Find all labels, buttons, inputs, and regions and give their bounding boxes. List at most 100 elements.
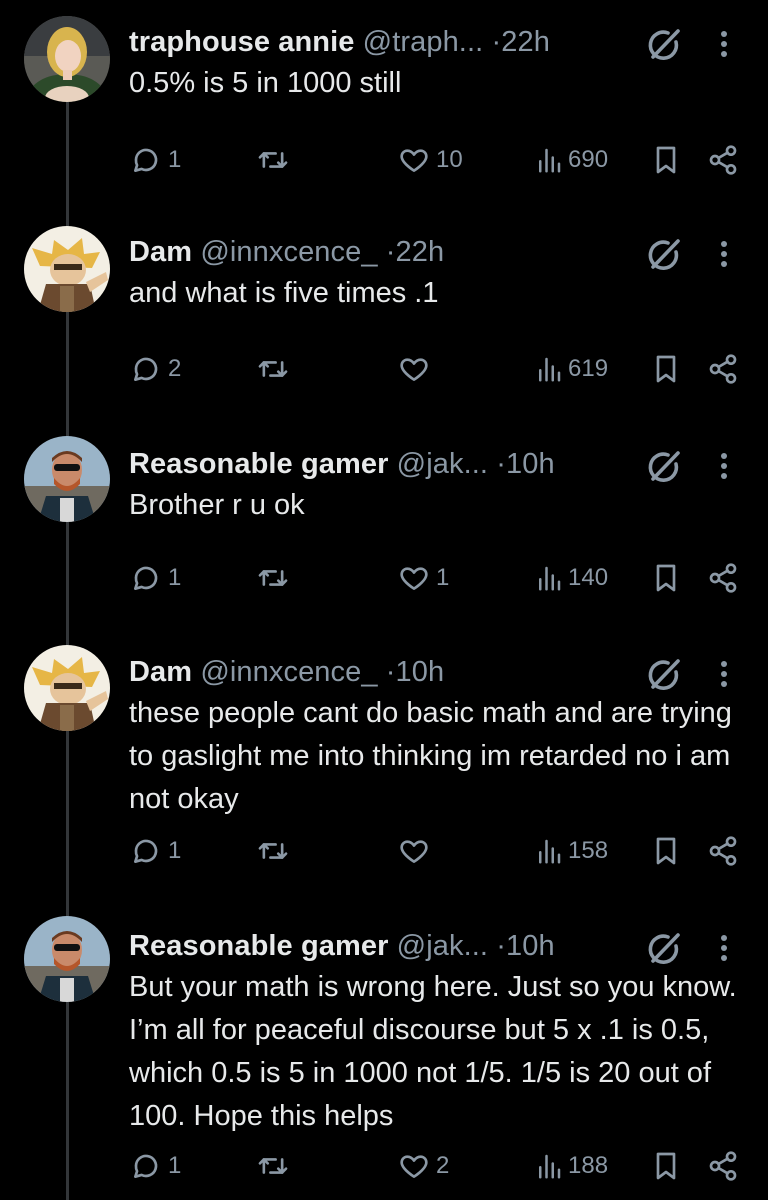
timestamp[interactable]: 22h (396, 236, 445, 268)
timestamp[interactable]: 10h (506, 930, 555, 962)
like-count: 2 (436, 1152, 450, 1179)
bookmark-button[interactable] (652, 826, 680, 876)
views-count: 619 (568, 355, 609, 382)
display-name[interactable]: Dam (129, 236, 192, 268)
tweet-text: 0.5% is 5 in 1000 still (129, 67, 402, 99)
views-count: 140 (568, 564, 609, 591)
timestamp[interactable]: 10h (506, 448, 555, 480)
separator-dot: · (385, 656, 396, 688)
display-name[interactable]: traphouse annie (129, 26, 355, 58)
views-icon (539, 148, 561, 173)
bookmark-icon (656, 564, 676, 592)
grok-icon[interactable] (644, 24, 684, 64)
handle[interactable]: @jak... (397, 930, 488, 962)
conversation-thread: traphouse annie @traph... ·22h 0.5% is 5… (0, 0, 768, 1200)
bookmark-icon (656, 355, 676, 383)
avatar[interactable] (24, 436, 110, 522)
share-icon (709, 1151, 737, 1181)
heart-icon (400, 149, 428, 172)
avatar[interactable] (24, 645, 110, 731)
like-button[interactable] (398, 826, 436, 876)
views-button[interactable]: 690 (536, 135, 608, 185)
bookmark-button[interactable] (652, 1141, 680, 1191)
tweet-header: Dam @innxcence_ ·22h (129, 230, 629, 274)
bookmark-button[interactable] (652, 135, 680, 185)
bookmark-button[interactable] (652, 344, 680, 394)
reply-count: 2 (168, 355, 182, 382)
tweet-text: Brother r u ok (129, 489, 305, 521)
handle[interactable]: @jak... (397, 448, 488, 480)
avatar[interactable] (24, 916, 110, 1002)
grok-icon[interactable] (644, 446, 684, 486)
more-icon[interactable] (709, 24, 739, 64)
tweet[interactable]: Reasonable gamer @jak... ·10h Brother r … (0, 428, 768, 628)
handle[interactable]: @innxcence_ (200, 656, 377, 688)
heart-icon (400, 840, 428, 863)
more-icon[interactable] (709, 446, 739, 486)
retweet-button[interactable] (256, 344, 296, 394)
handle[interactable]: @innxcence_ (200, 236, 377, 268)
like-button[interactable] (398, 344, 436, 394)
separator-dot: · (385, 236, 396, 268)
heart-icon (400, 1155, 428, 1178)
reply-button[interactable]: 1 (130, 553, 181, 603)
views-count: 158 (568, 837, 609, 864)
share-button[interactable] (707, 826, 739, 876)
views-count: 188 (568, 1152, 609, 1179)
views-button[interactable]: 158 (536, 826, 608, 876)
more-icon[interactable] (709, 654, 739, 694)
like-button[interactable]: 10 (398, 135, 463, 185)
views-icon (539, 566, 561, 591)
tweet-header: Reasonable gamer @jak... ·10h (129, 442, 629, 486)
share-button[interactable] (707, 553, 739, 603)
timestamp[interactable]: 22h (501, 26, 550, 58)
display-name[interactable]: Dam (129, 656, 192, 688)
tweet[interactable]: Dam @innxcence_ ·10h these people cant d… (0, 636, 768, 896)
grok-icon[interactable] (644, 234, 684, 274)
views-icon (539, 839, 561, 864)
more-icon[interactable] (709, 234, 739, 274)
tweet[interactable]: traphouse annie @traph... ·22h 0.5% is 5… (0, 6, 768, 206)
tweet[interactable]: Reasonable gamer @jak... ·10h But your m… (0, 910, 768, 1200)
tweet-header: Reasonable gamer @jak... ·10h (129, 924, 629, 968)
bookmark-icon (656, 146, 676, 174)
retweet-button[interactable] (256, 135, 296, 185)
reply-button[interactable]: 1 (130, 135, 181, 185)
reply-button[interactable]: 2 (130, 344, 181, 394)
tweet[interactable]: Dam @innxcence_ ·22h and what is five ti… (0, 216, 768, 416)
like-button[interactable]: 1 (398, 553, 449, 603)
tweet-text: these people cant do basic math and are … (129, 697, 732, 815)
display-name[interactable]: Reasonable gamer (129, 448, 389, 480)
retweet-button[interactable] (256, 826, 296, 876)
handle[interactable]: @traph... (363, 26, 484, 58)
reply-count: 1 (168, 564, 182, 591)
views-button[interactable]: 619 (536, 344, 608, 394)
views-button[interactable]: 188 (536, 1141, 608, 1191)
timestamp[interactable]: 10h (396, 656, 445, 688)
share-button[interactable] (707, 344, 739, 394)
reply-button[interactable]: 1 (130, 826, 181, 876)
tweet-header: traphouse annie @traph... ·22h (129, 20, 629, 64)
reply-button[interactable]: 1 (130, 1141, 181, 1191)
grok-icon[interactable] (644, 654, 684, 694)
separator-dot: · (496, 448, 506, 480)
views-button[interactable]: 140 (536, 553, 608, 603)
separator-dot: · (491, 26, 502, 58)
retweet-button[interactable] (256, 1141, 296, 1191)
like-button[interactable]: 2 (398, 1141, 449, 1191)
reply-count: 1 (168, 1152, 182, 1179)
more-icon[interactable] (709, 928, 739, 968)
action-bar: 1 1 140 (0, 553, 768, 603)
like-count: 1 (436, 564, 450, 591)
avatar[interactable] (24, 16, 110, 102)
share-icon (709, 563, 737, 593)
avatar[interactable] (24, 226, 110, 312)
views-count: 690 (568, 146, 609, 173)
display-name[interactable]: Reasonable gamer (129, 930, 389, 962)
share-button[interactable] (707, 1141, 739, 1191)
bookmark-button[interactable] (652, 553, 680, 603)
share-button[interactable] (707, 135, 739, 185)
retweet-button[interactable] (256, 553, 296, 603)
grok-icon[interactable] (644, 928, 684, 968)
tweet-header: Dam @innxcence_ ·10h (129, 650, 629, 694)
